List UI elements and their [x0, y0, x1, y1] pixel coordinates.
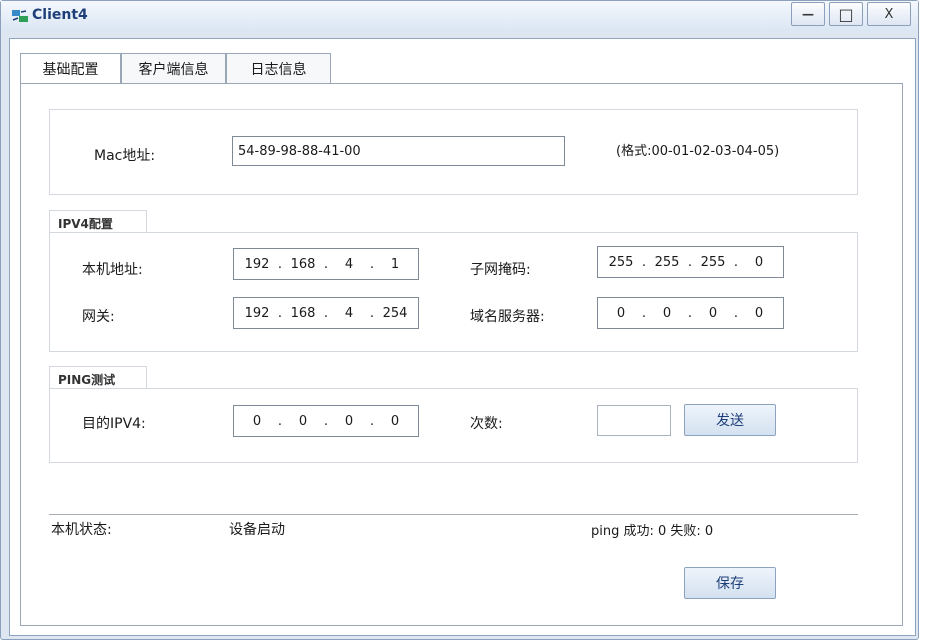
ip-octet: 0 [616, 305, 626, 321]
tab-label: 基础配置 [42, 62, 99, 78]
save-button[interactable]: 保存 [684, 567, 776, 599]
minimize-icon: — [802, 7, 814, 21]
tab-basic-config[interactable]: 基础配置 [20, 53, 121, 84]
mac-format-hint: (格式:00-01-02-03-04-05) [616, 144, 780, 159]
dns-server-input[interactable]: 0. 0. 0. 0 [597, 297, 784, 329]
client-app-icon [10, 6, 30, 26]
close-icon: X [884, 6, 894, 22]
ip-octet: 254 [382, 305, 408, 321]
gateway-label: 网关: [82, 309, 115, 325]
subnet-mask-input[interactable]: 255. 255. 255. 0 [597, 246, 784, 278]
status-divider [49, 514, 858, 515]
ip-octet: 168 [290, 256, 316, 272]
close-button[interactable]: X [867, 2, 911, 26]
ip-octet: 0 [298, 413, 308, 429]
tab-client-info[interactable]: 客户端信息 [121, 53, 226, 83]
ping-count-input[interactable] [597, 405, 671, 436]
ip-octet: 0 [708, 305, 718, 321]
minimize-button[interactable]: — [791, 2, 825, 26]
ping-target-label: 目的IPV4: [82, 416, 146, 432]
local-ip-label: 本机地址: [82, 262, 143, 278]
window-title: Client4 [32, 7, 88, 23]
mac-label: Mac地址: [94, 148, 156, 164]
ip-octet: 0 [754, 254, 764, 270]
tab-log-info[interactable]: 日志信息 [226, 53, 331, 83]
local-ip-input[interactable]: 192. 168. 4. 1 [233, 248, 419, 280]
ip-octet: 0 [662, 305, 672, 321]
ip-octet: 0 [390, 413, 400, 429]
ping-count-label: 次数: [470, 416, 503, 432]
title-bar[interactable] [1, 1, 918, 31]
ip-octet: 255 [654, 254, 680, 270]
subnet-label: 子网掩码: [470, 262, 531, 278]
ip-octet: 255 [700, 254, 726, 270]
send-button[interactable]: 发送 [684, 404, 776, 436]
ip-octet: 4 [344, 256, 354, 272]
ip-octet: 192 [244, 256, 270, 272]
mac-address-field[interactable]: 54-89-98-88-41-00 [232, 136, 565, 166]
tab-label: 客户端信息 [138, 61, 209, 78]
gateway-input[interactable]: 192. 168. 4. 254 [233, 297, 419, 329]
ping-group-title: PING测试 [49, 366, 147, 389]
ip-octet: 4 [344, 305, 354, 321]
maximize-icon: □ [838, 4, 854, 24]
ip-octet: 168 [290, 305, 316, 321]
ip-octet: 0 [252, 413, 262, 429]
status-label: 本机状态: [51, 522, 112, 538]
ip-octet: 1 [390, 256, 400, 272]
ip-octet: 0 [344, 413, 354, 429]
status-value: 设备启动 [229, 522, 285, 538]
ip-octet: 192 [244, 305, 270, 321]
tab-label: 日志信息 [250, 61, 307, 78]
ip-octet: 255 [608, 254, 634, 270]
ipv4-group-title: IPV4配置 [49, 210, 147, 233]
ping-target-input[interactable]: 0. 0. 0. 0 [233, 405, 419, 437]
dns-label: 域名服务器: [470, 309, 545, 325]
ip-octet: 0 [754, 305, 764, 321]
ping-result: ping 成功: 0 失败: 0 [591, 524, 714, 539]
maximize-button[interactable]: □ [829, 2, 863, 26]
